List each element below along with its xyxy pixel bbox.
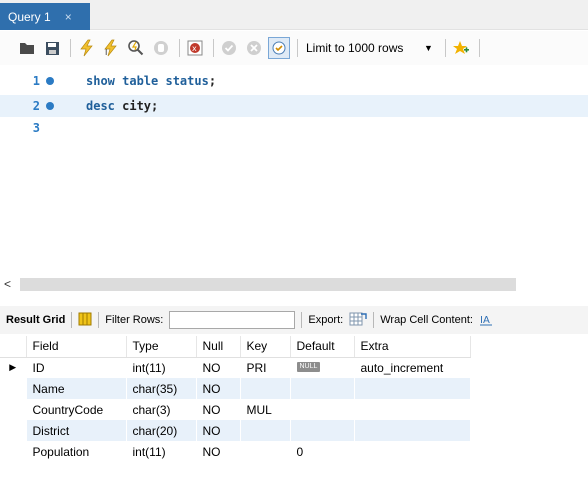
toolbar-separator — [297, 39, 298, 57]
toolbar-separator — [179, 39, 180, 57]
table-row[interactable]: District char(20) NO — [0, 420, 471, 441]
rollback-icon[interactable] — [243, 37, 265, 59]
table-cell[interactable]: 0 — [290, 441, 355, 462]
table-cell[interactable] — [354, 378, 471, 399]
autocommit-icon[interactable] — [268, 37, 290, 59]
table-row[interactable]: CountryCode char(3) NO MUL — [0, 399, 471, 420]
table-cell[interactable] — [240, 420, 291, 441]
svg-text:x: x — [192, 44, 197, 53]
table-cell[interactable]: NO — [196, 441, 241, 462]
table-cell[interactable]: District — [26, 420, 127, 441]
query-toolbar: I x Limit to 1000 rows ▼ — [0, 31, 588, 65]
editor-line[interactable]: 1 show table status; — [0, 70, 588, 92]
execute-icon[interactable] — [75, 37, 97, 59]
table-cell[interactable] — [290, 399, 355, 420]
table-cell[interactable] — [290, 420, 355, 441]
table-cell[interactable]: NO — [196, 420, 241, 441]
execute-current-icon[interactable]: I — [100, 37, 122, 59]
table-cell[interactable]: NULL — [290, 357, 355, 378]
table-cell[interactable]: ID — [26, 357, 127, 378]
table-cell[interactable]: MUL — [240, 399, 291, 420]
table-row[interactable]: Name char(35) NO — [0, 378, 471, 399]
wrap-cell-label: Wrap Cell Content: — [380, 314, 473, 326]
result-grid-tab[interactable]: Result Grid — [6, 314, 65, 326]
table-cell[interactable]: char(3) — [126, 399, 197, 420]
table-cell[interactable]: NO — [196, 378, 241, 399]
statement-marker-icon — [46, 102, 54, 110]
export-icon[interactable] — [349, 311, 367, 330]
table-cell[interactable]: NO — [196, 399, 241, 420]
table-cell[interactable]: auto_increment — [354, 357, 471, 378]
table-cell[interactable]: Population — [26, 441, 127, 462]
sql-editor[interactable]: 1 show table status; 2 desc city; 3 — [0, 70, 588, 270]
table-cell[interactable] — [240, 378, 291, 399]
column-header[interactable]: Null — [196, 336, 241, 358]
save-icon[interactable] — [41, 37, 63, 59]
close-icon[interactable]: × — [65, 10, 72, 24]
table-cell[interactable] — [290, 378, 355, 399]
editor-line[interactable]: 3 — [0, 117, 588, 139]
bookmark-icon[interactable] — [450, 37, 472, 59]
column-header[interactable]: Default — [290, 336, 355, 358]
row-pointer-icon: ▶ — [0, 357, 27, 378]
table-cell[interactable]: int(11) — [126, 441, 197, 462]
line-number: 3 — [32, 121, 40, 135]
column-header[interactable]: Extra — [354, 336, 471, 358]
table-cell[interactable]: PRI — [240, 357, 291, 378]
toggle-error-icon[interactable]: x — [184, 37, 206, 59]
folder-icon[interactable] — [16, 37, 38, 59]
result-toolbar: Result Grid Filter Rows: Export: Wrap Ce… — [0, 306, 588, 334]
toolbar-separator — [70, 39, 71, 57]
table-row[interactable]: Population int(11) NO 0 — [0, 441, 471, 462]
line-number: 2 — [32, 99, 40, 113]
tab-title: Query 1 — [8, 9, 51, 24]
svg-text:IA: IA — [480, 315, 490, 326]
code-text: desc city; — [86, 99, 159, 113]
commit-icon[interactable] — [218, 37, 240, 59]
column-header[interactable]: Field — [26, 336, 127, 358]
horizontal-scrollbar[interactable]: < — [0, 276, 588, 293]
table-cell[interactable]: Name — [26, 378, 127, 399]
line-number: 1 — [32, 74, 40, 88]
tab-query-1[interactable]: Query 1 × — [0, 3, 90, 30]
code-text: show table status; — [86, 74, 217, 88]
table-cell[interactable]: NO — [196, 357, 241, 378]
tab-bar: Query 1 × — [0, 0, 588, 30]
filter-rows-input[interactable] — [169, 311, 296, 329]
svg-text:I: I — [105, 48, 107, 57]
toolbar-separator — [213, 39, 214, 57]
explain-icon[interactable] — [125, 37, 147, 59]
export-label: Export: — [308, 314, 344, 326]
column-header[interactable]: Type — [126, 336, 197, 358]
wrap-cell-icon[interactable]: IA — [479, 312, 493, 329]
table-cell[interactable]: char(35) — [126, 378, 197, 399]
chevron-down-icon[interactable]: ▼ — [424, 43, 433, 53]
table-header-row: Field Type Null Key Default Extra — [0, 336, 471, 358]
table-cell[interactable]: int(11) — [126, 357, 197, 378]
null-badge: NULL — [296, 361, 321, 372]
scroll-left-icon[interactable]: < — [4, 277, 11, 291]
toolbar-separator — [478, 39, 480, 57]
column-header[interactable]: Key — [240, 336, 291, 358]
form-editor-icon[interactable] — [78, 312, 92, 329]
scrollbar-thumb[interactable] — [20, 278, 516, 291]
limit-rows-select[interactable]: Limit to 1000 rows — [306, 41, 416, 55]
filter-rows-label: Filter Rows: — [105, 314, 164, 326]
stop-icon[interactable] — [150, 37, 172, 59]
table-cell[interactable] — [354, 399, 471, 420]
table-cell[interactable]: char(20) — [126, 420, 197, 441]
editor-line-active[interactable]: 2 desc city; — [0, 95, 588, 117]
table-row[interactable]: ▶ ID int(11) NO PRI NULL auto_increment — [0, 357, 471, 378]
statement-marker-icon — [46, 77, 54, 85]
table-cell[interactable] — [354, 441, 471, 462]
result-table: Field Type Null Key Default Extra ▶ ID i… — [0, 336, 471, 462]
table-cell[interactable] — [240, 441, 291, 462]
toolbar-separator — [444, 39, 446, 57]
table-cell[interactable] — [354, 420, 471, 441]
table-cell[interactable]: CountryCode — [26, 399, 127, 420]
